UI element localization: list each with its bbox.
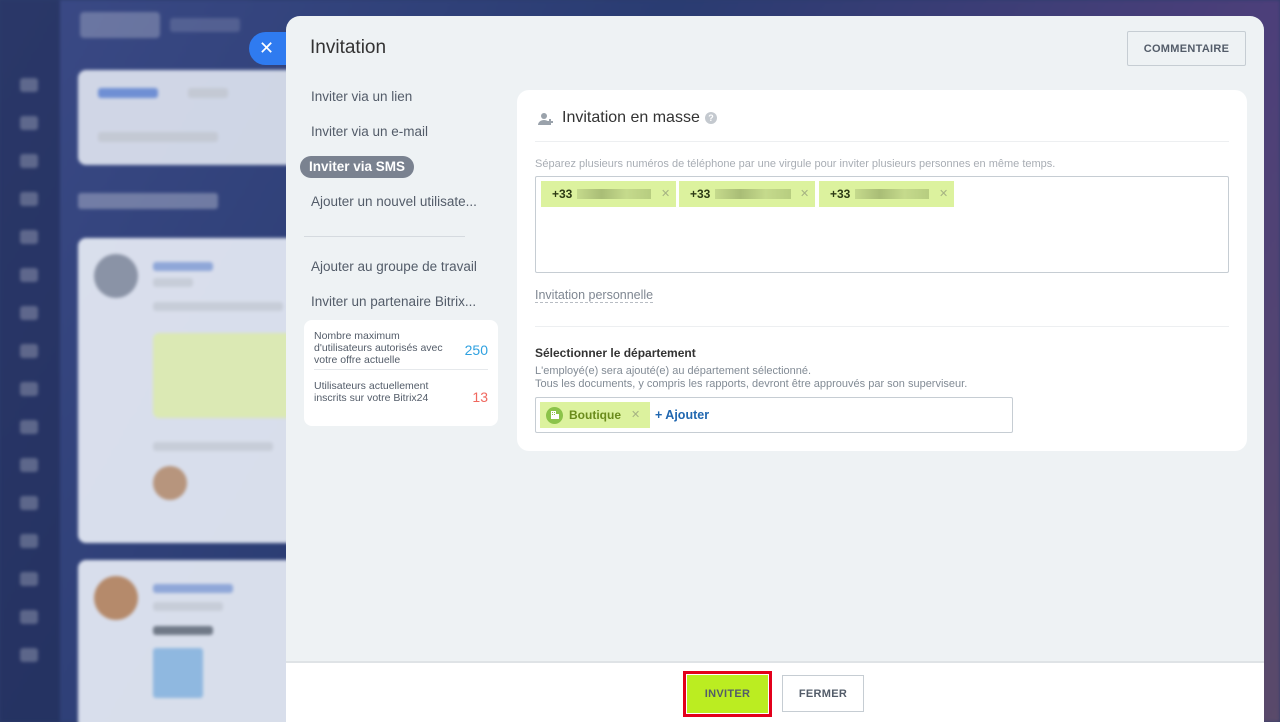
mass-invitation-card: Invitation en masse ? Séparez plusieurs … [517, 90, 1247, 451]
department-description: L'employé(e) sera ajouté(e) au départeme… [535, 365, 967, 391]
menu-divider [304, 236, 465, 237]
menu-item-invite-link[interactable]: Inviter via un lien [300, 86, 423, 108]
background-menu-icon [20, 306, 38, 320]
background-avatar [94, 254, 138, 298]
phone-tag: +33 ✕ [679, 181, 815, 207]
building-icon [546, 406, 563, 424]
redacted-number [577, 189, 651, 199]
department-tag: Boutique ✕ [540, 402, 651, 428]
remove-department-icon[interactable]: ✕ [631, 402, 640, 428]
phone-prefix: +33 [552, 187, 573, 201]
help-icon[interactable]: ? [705, 112, 717, 124]
background-menu-icon [20, 154, 38, 168]
stat-current-users-value: 13 [472, 389, 488, 405]
department-desc-line: L'employé(e) sera ajouté(e) au départeme… [535, 365, 812, 377]
background-menu-icon [20, 382, 38, 396]
background-title [170, 18, 240, 32]
slider-footer: INVITER FERMER [286, 661, 1264, 722]
background-menu-icon [20, 648, 38, 662]
background-menu-icon [20, 78, 38, 92]
background-menu-icon [20, 116, 38, 130]
background-menu-icon [20, 344, 38, 358]
background-feed-heading [78, 193, 218, 209]
background-post [78, 238, 308, 543]
background-avatar [94, 576, 138, 620]
close-button[interactable]: FERMER [782, 675, 864, 712]
background-menu-icon [20, 268, 38, 282]
personal-invitation-link[interactable]: Invitation personnelle [535, 288, 654, 303]
phone-prefix: +33 [690, 187, 711, 201]
remove-tag-icon[interactable]: ✕ [939, 181, 948, 207]
background-menu-icon [20, 496, 38, 510]
redacted-number [715, 189, 791, 199]
stat-current-users-label: Utilisateurs actuellement inscrits sur v… [314, 380, 429, 404]
background-attachment [153, 333, 293, 418]
stat-max-users-label: Nombre maximum d'utilisateurs autorisés … [314, 330, 443, 366]
department-name: Boutique [569, 408, 621, 422]
stat-max-users: Nombre maximum d'utilisateurs autorisés … [314, 330, 488, 370]
card-title: Invitation en masse [562, 109, 700, 126]
menu-item-invite-partner[interactable]: Inviter un partenaire Bitrix... [300, 291, 487, 313]
background-menu-icon [20, 230, 38, 244]
invite-button[interactable]: INVITER [683, 671, 772, 717]
card-header: Invitation en masse ? [535, 104, 1229, 142]
invitation-slider: Invitation COMMENTAIRE Inviter via un li… [286, 16, 1264, 722]
menu-item-add-user[interactable]: Ajouter un nouvel utilisate... [300, 191, 488, 213]
background-menu-icon [20, 534, 38, 548]
phone-hint: Séparez plusieurs numéros de téléphone p… [535, 158, 1056, 170]
background-menu-icon [20, 420, 38, 434]
remove-tag-icon[interactable]: ✕ [661, 181, 670, 207]
comment-button[interactable]: COMMENTAIRE [1127, 31, 1246, 66]
background-menu-icon [20, 458, 38, 472]
stat-max-users-value: 250 [464, 341, 488, 358]
add-department-link[interactable]: + Ajouter [655, 402, 709, 428]
background-logo [80, 12, 160, 38]
menu-item-add-workgroup[interactable]: Ajouter au groupe de travail [300, 256, 488, 278]
background-menu-icon [20, 572, 38, 586]
background-menu-icon [20, 192, 38, 206]
redacted-number [855, 189, 929, 199]
phone-numbers-field[interactable]: +33 ✕ +33 ✕ +33 ✕ [535, 176, 1229, 273]
user-stats-panel: Nombre maximum d'utilisateurs autorisés … [304, 320, 498, 426]
card-divider [535, 326, 1229, 327]
background-composer [78, 70, 318, 165]
slider-title: Invitation [310, 37, 387, 58]
department-title: Sélectionner le département [535, 346, 696, 360]
menu-item-invite-email[interactable]: Inviter via un e-mail [300, 121, 439, 143]
department-selector[interactable]: Boutique ✕ + Ajouter [535, 397, 1013, 433]
background-menu-icon [20, 610, 38, 624]
phone-tag: +33 ✕ [541, 181, 676, 207]
background-left-menu [0, 0, 60, 722]
stat-current-users: Utilisateurs actuellement inscrits sur v… [314, 380, 488, 414]
department-desc-line: Tous les documents, y compris les rappor… [535, 378, 968, 390]
close-icon: ✕ [259, 38, 275, 58]
phone-prefix: +33 [830, 187, 851, 201]
phone-tag: +33 ✕ [819, 181, 954, 207]
remove-tag-icon[interactable]: ✕ [800, 181, 809, 207]
menu-item-invite-sms[interactable]: Inviter via SMS [300, 156, 415, 178]
invite-button-label: INVITER [687, 675, 768, 713]
user-add-icon [538, 113, 553, 125]
background-post [78, 560, 308, 722]
